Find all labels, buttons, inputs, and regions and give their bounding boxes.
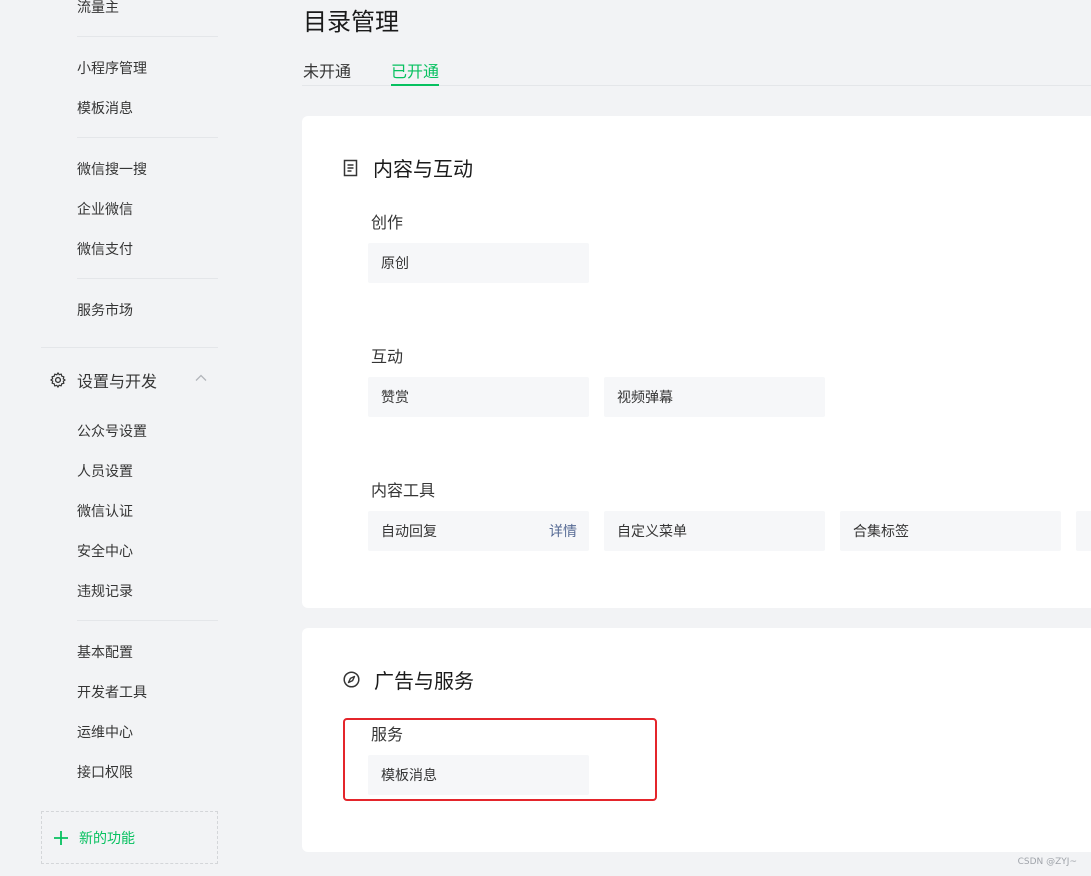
group-title-content-tools: 内容工具	[371, 481, 436, 500]
card-content-interaction: 内容与互动 创作 原创 互动 赞赏 视频弹幕 内容工具 自动回复 详情 自定义菜…	[302, 116, 1091, 608]
group-title-creation: 创作	[371, 213, 404, 232]
tile-template-message[interactable]: 模板消息	[368, 755, 589, 795]
group-title-service: 服务	[371, 725, 404, 744]
tile-custom-menu[interactable]: 自定义菜单	[604, 511, 825, 551]
compass-icon	[343, 671, 360, 688]
sidebar-divider	[77, 36, 218, 37]
tile-reward[interactable]: 赞赏	[368, 377, 589, 417]
sidebar-item-miniprogram[interactable]: 小程序管理	[77, 58, 147, 78]
sidebar-item-wechat-pay[interactable]: 微信支付	[77, 239, 133, 259]
card-title-text: 广告与服务	[374, 669, 474, 693]
sidebar-item-developer-tools[interactable]: 开发者工具	[77, 682, 147, 702]
plus-icon	[54, 830, 68, 845]
tab-enabled[interactable]: 已开通	[391, 58, 440, 86]
tile-label: 自动回复	[381, 524, 437, 540]
card-ads-services: 广告与服务 服务 模板消息	[302, 628, 1091, 852]
group-title-interaction: 互动	[371, 347, 404, 366]
sidebar-item-wecom[interactable]: 企业微信	[77, 199, 133, 219]
gear-icon	[50, 372, 66, 388]
card-title: 广告与服务	[343, 665, 474, 694]
tile-auto-reply[interactable]: 自动回复 详情	[368, 511, 589, 551]
sidebar: 流量主 小程序管理 模板消息 微信搜一搜 企业微信 微信支付 服务市场 设置与开…	[0, 0, 260, 876]
tile-original[interactable]: 原创	[368, 243, 589, 283]
sidebar-divider	[77, 278, 218, 279]
new-features-button[interactable]: 新的功能	[41, 811, 218, 864]
sidebar-item-violation-records[interactable]: 违规记录	[77, 581, 133, 601]
sidebar-item-service-market[interactable]: 服务市场	[77, 300, 133, 320]
card-title-text: 内容与互动	[373, 157, 473, 181]
sidebar-item-account-settings[interactable]: 公众号设置	[77, 421, 147, 441]
sidebar-item-basic-config[interactable]: 基本配置	[77, 642, 133, 662]
details-link[interactable]: 详情	[549, 521, 577, 541]
chevron-up-icon[interactable]	[194, 371, 208, 385]
new-features-label: 新的功能	[79, 830, 135, 847]
watermark: CSDN @ZYJ~	[1017, 857, 1077, 867]
sidebar-divider	[77, 137, 218, 138]
tile-collection-tags[interactable]: 合集标签	[840, 511, 1061, 551]
sidebar-item-ops-center[interactable]: 运维中心	[77, 722, 133, 742]
sidebar-section-settings-dev[interactable]: 设置与开发	[49, 368, 219, 392]
sidebar-item-api-permissions[interactable]: 接口权限	[77, 762, 133, 782]
sidebar-divider	[77, 620, 218, 621]
tab-not-enabled[interactable]: 未开通	[303, 58, 351, 86]
tab-bar: 未开通 已开通	[302, 52, 1091, 86]
sidebar-item-member-settings[interactable]: 人员设置	[77, 461, 133, 481]
page-title: 目录管理	[303, 8, 399, 36]
sidebar-item-liuliangzhu[interactable]: 流量主	[77, 0, 119, 17]
card-title: 内容与互动	[343, 153, 473, 182]
tile-video-danmaku[interactable]: 视频弹幕	[604, 377, 825, 417]
sidebar-item-security-center[interactable]: 安全中心	[77, 541, 133, 561]
sidebar-section-label: 设置与开发	[77, 372, 158, 391]
sidebar-item-wechat-search[interactable]: 微信搜一搜	[77, 159, 147, 179]
tile-partial[interactable]	[1076, 511, 1091, 551]
sidebar-divider	[41, 347, 218, 348]
document-icon	[343, 159, 358, 176]
sidebar-item-wechat-verify[interactable]: 微信认证	[77, 501, 133, 521]
sidebar-item-template-message[interactable]: 模板消息	[77, 98, 133, 118]
